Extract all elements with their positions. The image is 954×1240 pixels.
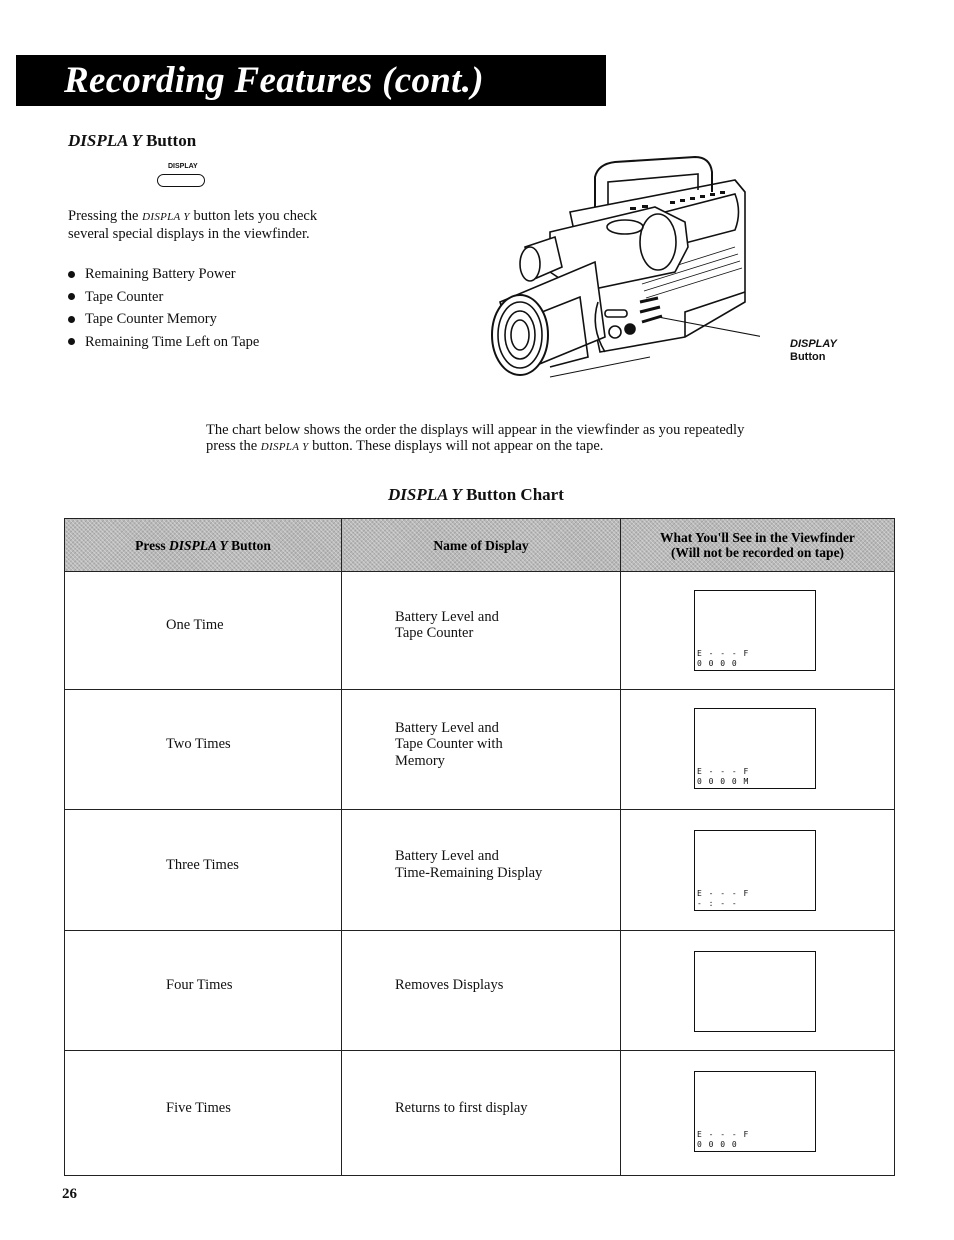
cell-press-count: Three Times (64, 809, 342, 931)
table-row: One Time Battery Level and Tape Counter E -… (64, 571, 895, 690)
display-button-label: DISPLAY (168, 163, 198, 170)
counter-readout: - : - - (697, 899, 738, 909)
display-button-chart: Press DISPLA Y Button Name of Display Wh… (64, 518, 895, 1176)
chart-title: DISPLA Y Button Chart (388, 485, 564, 505)
list-item-text: Remaining Battery Power (85, 266, 236, 283)
intro-text-button: DISPLA Y (142, 211, 190, 223)
viewfinder-readout: E - - - F0 0 0 0 (697, 649, 749, 669)
display-button-callout: DISPLAY Button (790, 338, 837, 364)
table-row: Three Times Battery Level and Time-Remaini… (64, 809, 895, 931)
cell-display-name: Battery Level and Tape Counter (341, 571, 621, 690)
list-item: Remaining Battery Power (68, 263, 259, 286)
display-name-line: Returns to first display (395, 1099, 528, 1116)
chart-title-italic: DISPLA Y (388, 485, 462, 504)
cell-viewfinder (620, 929, 895, 1052)
cell-viewfinder: E - - - F0 0 0 0 (620, 1050, 895, 1176)
viewfinder-screen: E - - - F- : - - (694, 830, 816, 912)
display-name-line: Time-Remaining Display (395, 864, 543, 881)
header-viewfinder: What You'll See in the Viewfinder (Will n… (620, 518, 895, 572)
intro-paragraph: Pressing the DISPLA Y button lets you ch… (68, 208, 333, 242)
cell-display-name: Returns to first display (341, 1050, 621, 1176)
camcorder-icon (491, 155, 760, 378)
section-heading-rest: Button (141, 131, 197, 150)
display-name-line: Battery Level and (395, 719, 499, 736)
cell-viewfinder: E - - - F- : - - (620, 809, 895, 931)
battery-level-indicator: E - - - F (697, 1130, 750, 1140)
chart-intro-post: button. These displays will not appear o… (308, 437, 604, 454)
display-name-line: Battery Level and (395, 608, 499, 625)
header-viewfinder-line1: What You'll See in the Viewfinder (660, 530, 855, 545)
chart-intro-button: DISPLA Y (260, 440, 309, 453)
header-press-post: Button (227, 537, 271, 553)
display-name-line: Memory (395, 752, 445, 769)
callout-rest: Button (790, 351, 826, 363)
header-press-it: DISPLA Y (169, 537, 228, 553)
chart-intro-paragraph: The chart below shows the order the disp… (206, 422, 756, 455)
counter-readout: 0 0 0 0 (697, 659, 738, 668)
bullet-icon (68, 270, 75, 278)
header-press: Press DISPLA Y Button (64, 518, 342, 572)
cell-press-count: One Time (64, 571, 342, 690)
cell-display-name: Removes Displays (341, 929, 621, 1052)
cell-viewfinder: E - - - F0 0 0 0 M (620, 688, 895, 811)
bullet-icon (68, 338, 75, 346)
header-press-pre: Press (135, 537, 170, 553)
section-heading: DISPLA Y Button (68, 131, 196, 151)
feature-list: Remaining Battery Power Tape Counter Tap… (68, 263, 259, 353)
header-name: Name of Display (341, 518, 621, 572)
bullet-icon (68, 315, 75, 323)
cell-press-count: Four Times (64, 929, 342, 1052)
display-name-line: Battery Level and (395, 848, 499, 865)
viewfinder-readout: E - - - F- : - - (697, 889, 749, 909)
viewfinder-screen: E - - - F0 0 0 0 M (694, 707, 816, 789)
display-name-line: Tape Counter with (395, 736, 503, 753)
display-button-icon (157, 174, 205, 187)
cell-display-name: Battery Level and Time-Remaining Display (341, 809, 621, 931)
intro-text-pre: Pressing the (68, 208, 143, 224)
table-row: Five Times Returns to first display E - - … (64, 1050, 895, 1176)
list-item-text: Remaining Time Left on Tape (85, 333, 260, 350)
viewfinder-screen (694, 950, 816, 1032)
cell-press-count: Two Times (64, 688, 342, 811)
list-item: Tape Counter (68, 286, 259, 309)
page-title: Recording Features (cont.) (64, 60, 484, 101)
page-title-bar: Recording Features (cont.) (16, 55, 606, 106)
counter-readout: 0 0 0 0 (697, 1140, 738, 1150)
chart-title-rest: Button Chart (461, 485, 564, 504)
header-viewfinder-line2: (Will not be recorded on tape) (670, 545, 845, 560)
section-heading-italic: DISPLA Y (68, 131, 142, 150)
list-item-text: Tape Counter Memory (85, 311, 217, 328)
list-item: Tape Counter Memory (68, 308, 259, 331)
list-item-text: Tape Counter (85, 288, 164, 305)
display-name-line: Tape Counter (395, 625, 474, 642)
battery-level-indicator: E - - - F (697, 649, 750, 658)
table-row: Four Times Removes Displays (64, 929, 895, 1052)
viewfinder-readout: E - - - F0 0 0 0 (697, 1130, 749, 1150)
viewfinder-screen: E - - - F0 0 0 0 (694, 1071, 816, 1153)
callout-italic: DISPLAY (790, 338, 837, 350)
page-number: 26 (62, 1186, 77, 1202)
bullet-icon (68, 293, 75, 301)
counter-readout: 0 0 0 0 M (697, 776, 750, 786)
table-row: Two Times Battery Level and Tape Counter w… (64, 688, 895, 811)
list-item: Remaining Time Left on Tape (68, 331, 259, 354)
viewfinder-readout: E - - - F0 0 0 0 M (697, 767, 749, 787)
cell-display-name: Battery Level and Tape Counter with Memory (341, 688, 621, 811)
cell-press-count: Five Times (64, 1050, 342, 1176)
viewfinder-screen: E - - - F0 0 0 0 (694, 590, 816, 671)
cell-viewfinder: E - - - F0 0 0 0 (620, 571, 895, 690)
display-name-line: Removes Displays (395, 977, 504, 994)
table-header-row: Press DISPLA Y Button Name of Display Wh… (64, 518, 895, 572)
battery-level-indicator: E - - - F (697, 889, 750, 899)
battery-level-indicator: E - - - F (697, 766, 750, 776)
